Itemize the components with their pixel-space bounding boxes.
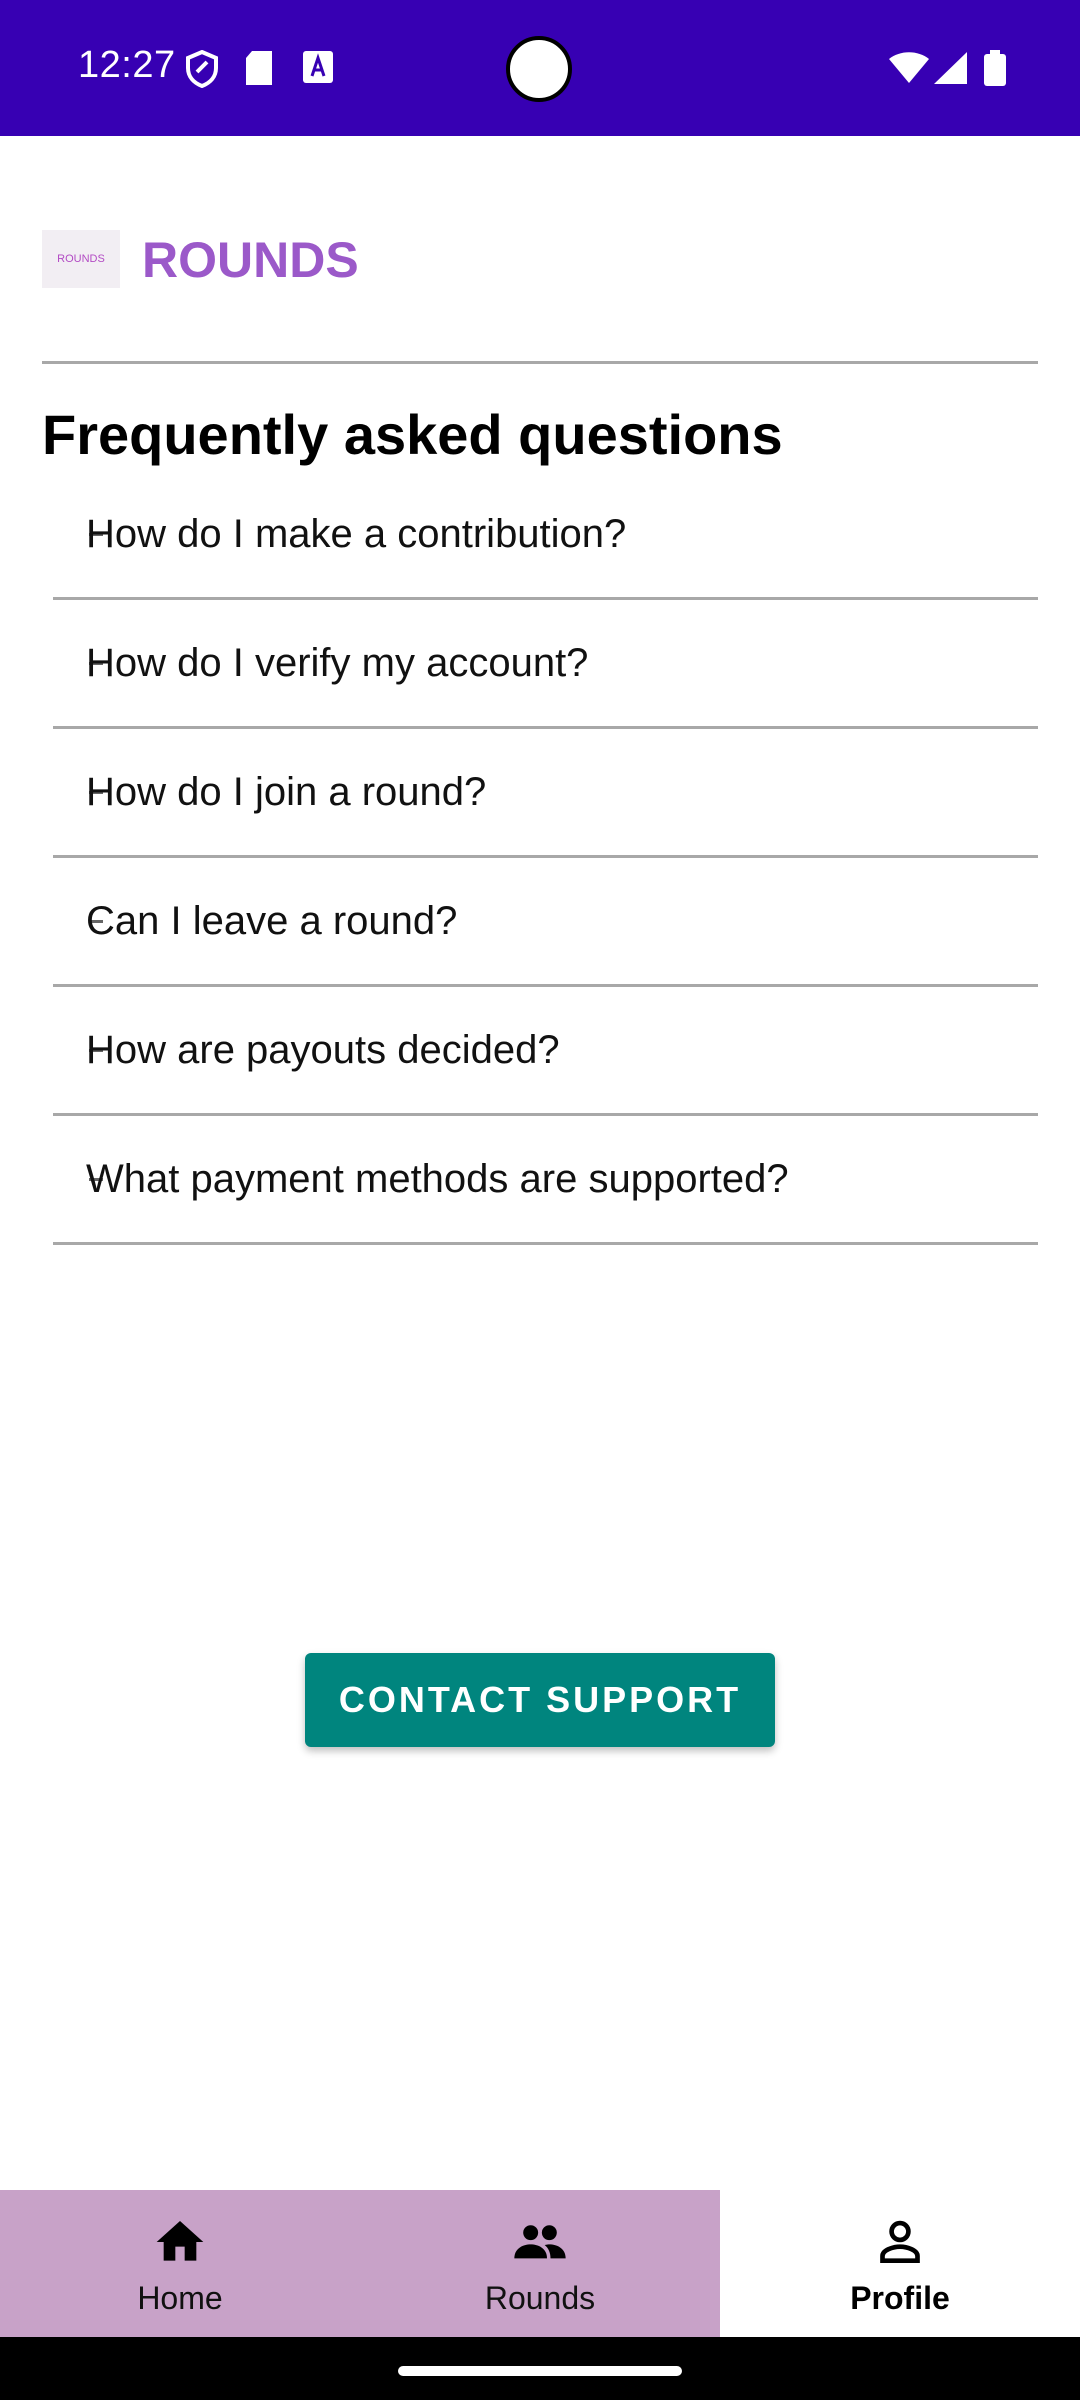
faq-question: What payment methods are supported? [86,1157,789,1201]
home-icon [156,2221,204,2261]
app-title: ROUNDS [142,232,359,288]
nav-item-home[interactable]: Home [0,2190,360,2337]
camera-cutout [506,36,572,102]
faq-question: How do I join a round? [86,770,487,814]
faq-heading: Frequently asked questions [42,403,783,466]
status-time: 12:27 [78,44,176,86]
screen: 12:27 ROUNDS ROUNDS Frequently asked que… [0,0,1080,2400]
group-icon [514,2225,566,2259]
font-icon [303,51,333,83]
nav-label-rounds: Rounds [484,2280,596,2316]
nav-item-rounds[interactable]: Rounds [360,2190,720,2337]
header-divider [42,361,1038,364]
status-bar: 12:27 [0,0,1080,136]
faq-item[interactable]: Can I leave a round? [53,858,1038,987]
faq-item[interactable]: How are payouts decided? [53,987,1038,1116]
sd-card-icon [246,51,272,85]
faq-list: How do I make a contribution? How do I v… [53,471,1038,1245]
faq-item[interactable]: How do I verify my account? [53,600,1038,729]
gesture-handle[interactable] [398,2366,682,2376]
faq-question: How do I verify my account? [86,641,589,685]
faq-item[interactable]: How do I make a contribution? [53,471,1038,600]
nav-label-home: Home [137,2280,223,2316]
contact-support-label: CONTACT SUPPORT [338,1679,742,1720]
contact-support-button[interactable]: CONTACT SUPPORT [305,1653,775,1747]
faq-question: Can I leave a round? [86,899,458,943]
faq-item[interactable]: What payment methods are supported? [53,1116,1038,1245]
nav-item-profile[interactable]: Profile [720,2190,1080,2337]
faq-question: How do I make a contribution? [86,512,627,556]
person-icon [880,2220,920,2263]
gesture-bar [0,2337,1080,2400]
app-logo-text: ROUNDS [57,253,105,265]
battery-icon [984,50,1006,86]
app-logo: ROUNDS [42,230,120,288]
nav-label-profile: Profile [850,2280,950,2316]
faq-question: How are payouts decided? [86,1028,560,1072]
signal-icon [934,52,967,84]
shield-icon [186,50,218,88]
bottom-nav: Home Rounds Profile [0,2190,1080,2337]
faq-item[interactable]: How do I join a round? [53,729,1038,858]
wifi-icon [889,52,929,83]
